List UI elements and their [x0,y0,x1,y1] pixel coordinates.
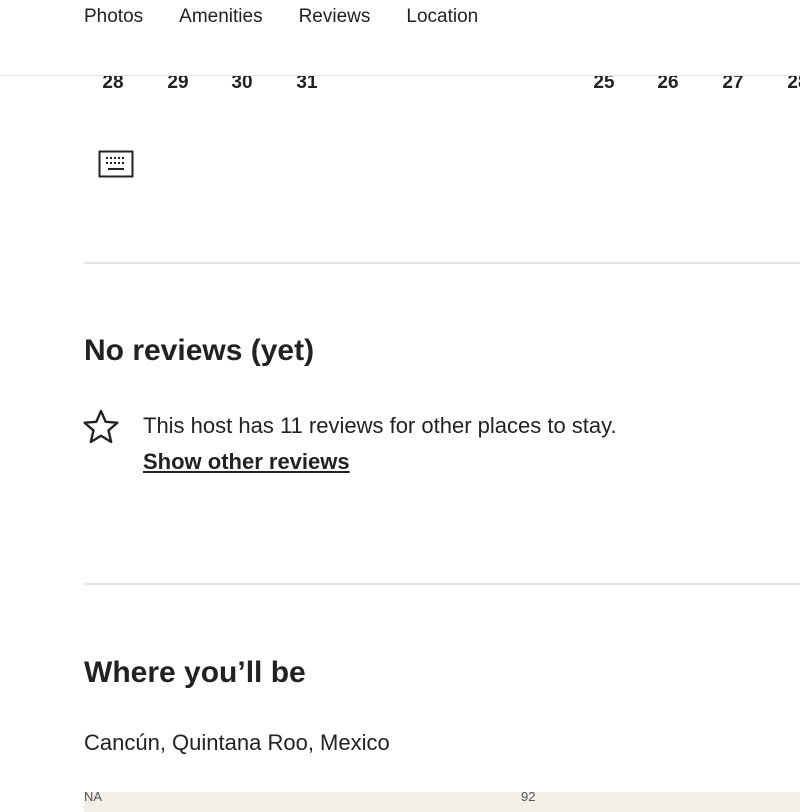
tab-photos[interactable]: Photos [84,5,143,29]
map-label: 92 [521,792,536,804]
keyboard-icon[interactable] [98,150,134,178]
map-label: NA [84,792,103,804]
location-heading: Where you’ll be [84,656,306,689]
section-nav-header: Photos Amenities Reviews Location [0,0,800,76]
section-tabs: Photos Amenities Reviews Location [84,5,514,29]
reviews-text: This host has 11 reviews for other place… [143,413,617,438]
location-map[interactable]: NA 92 [84,792,800,812]
tab-location[interactable]: Location [406,5,478,29]
reviews-message: This host has 11 reviews for other place… [143,408,623,480]
tab-amenities[interactable]: Amenities [179,5,262,29]
reviews-heading: No reviews (yet) [84,334,315,367]
show-other-reviews-link[interactable]: Show other reviews [143,449,350,474]
section-divider [84,583,800,585]
section-divider [84,262,800,264]
tab-reviews[interactable]: Reviews [299,5,371,29]
location-text: Cancún, Quintana Roo, Mexico [84,730,390,755]
star-icon [83,409,119,444]
